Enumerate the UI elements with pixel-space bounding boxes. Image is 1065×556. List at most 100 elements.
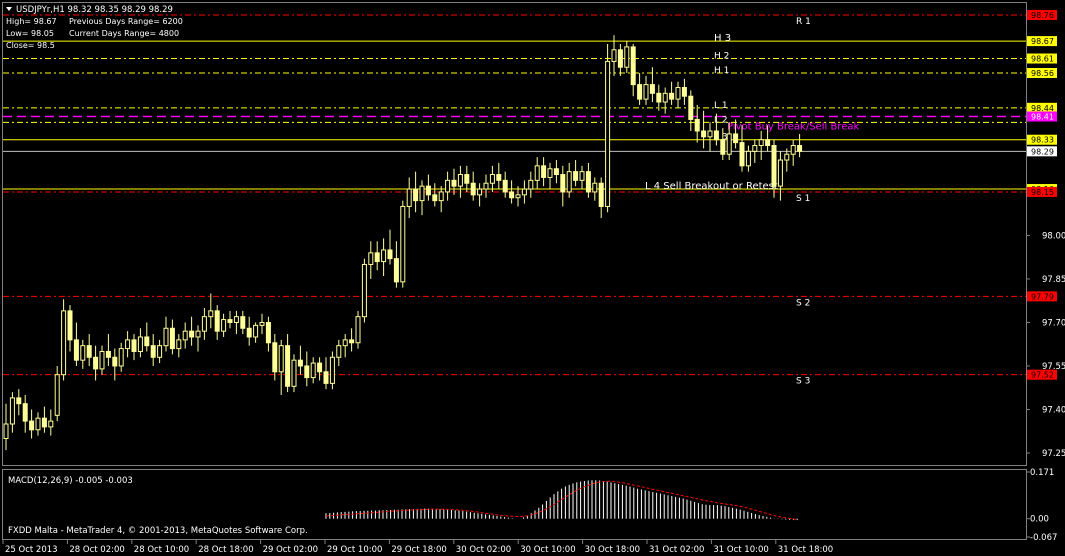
chart-canvas[interactable]: 98.76 R 1 98.67 H 3 98.61 H 2 98.56 H 1 98.44 L 1… xyxy=(0,0,1065,556)
candle-body xyxy=(195,330,201,338)
level-name: S 3 xyxy=(796,377,810,387)
candle-body xyxy=(528,179,534,190)
candle-body xyxy=(643,84,649,100)
level-name: S 2 xyxy=(796,298,810,308)
level-name: Pivot Buy Break/Sell Break xyxy=(727,122,859,133)
time-tick-label: 31 Oct 18:00 xyxy=(778,545,833,555)
candle-body xyxy=(406,188,412,207)
candle-body xyxy=(797,145,803,152)
candle-body xyxy=(118,348,124,367)
candle-body xyxy=(566,171,572,193)
candle-body xyxy=(349,339,355,344)
candle-body xyxy=(726,133,732,155)
price-label: 97.79 xyxy=(1031,292,1054,301)
candle-body xyxy=(323,371,329,384)
candle-body xyxy=(483,182,489,190)
level-name: L 1 xyxy=(714,101,728,111)
candle-body xyxy=(598,182,604,207)
candle-body xyxy=(451,179,457,187)
candle-body xyxy=(777,159,783,187)
candle-body xyxy=(521,188,527,196)
candle-body xyxy=(720,139,726,155)
candle-body xyxy=(694,118,700,132)
candle-body xyxy=(496,174,502,181)
macd-title: MACD(12,26,9) -0.005 -0.003 xyxy=(8,476,133,486)
info-close: Close= 98.5 xyxy=(6,41,55,50)
candle-body xyxy=(419,185,425,202)
candle-body xyxy=(617,49,623,68)
candle-body xyxy=(515,194,521,199)
candle-body xyxy=(637,84,643,100)
candle-body xyxy=(400,205,406,283)
macd-tick-label: 0.00 xyxy=(1030,515,1049,525)
candle-body xyxy=(131,339,137,352)
candle-body xyxy=(470,182,476,196)
candle-body xyxy=(105,350,111,358)
candle-body xyxy=(413,188,419,202)
candle-body xyxy=(739,142,745,167)
level-name: L 4 Sell Breakout or Retest xyxy=(645,181,778,192)
macd-tick-label: -0.067 xyxy=(1030,533,1057,543)
candle-body xyxy=(790,145,796,155)
time-tick-label: 29 Oct 10:00 xyxy=(327,545,382,555)
candle-body xyxy=(477,188,483,196)
candle-body xyxy=(688,95,694,120)
candle-body xyxy=(355,316,361,344)
price-tick-label: 97.55 xyxy=(1042,362,1065,372)
price-label: 98.76 xyxy=(1031,11,1054,20)
candle-body xyxy=(3,423,9,439)
candle-body xyxy=(701,130,707,138)
chart-background xyxy=(0,0,1065,556)
time-tick-label: 28 Oct 02:00 xyxy=(69,545,124,555)
candle-body xyxy=(489,174,495,184)
candle-body xyxy=(656,92,662,103)
candle-body xyxy=(93,356,99,370)
candle-body xyxy=(438,191,444,202)
candle-body xyxy=(393,258,399,283)
candle-body xyxy=(240,316,246,329)
info-low: Low= 98.05 xyxy=(6,29,54,38)
candle-body xyxy=(624,46,630,68)
price-tick-label: 97.85 xyxy=(1042,275,1065,285)
candle-body xyxy=(649,84,655,94)
candle-body xyxy=(585,171,591,193)
level-name: R 1 xyxy=(796,17,811,27)
price-label: 98.41 xyxy=(1031,113,1054,122)
info-previous-range: Previous Days Range= 6200 xyxy=(69,17,183,26)
candle-body xyxy=(265,321,271,344)
candle-body xyxy=(630,46,636,86)
candle-body xyxy=(259,321,265,326)
candle-body xyxy=(675,87,681,100)
candle-body xyxy=(553,168,559,176)
candle-body xyxy=(214,310,220,332)
candle-body xyxy=(112,356,118,367)
candle-body xyxy=(182,330,188,341)
candle-body xyxy=(176,339,182,350)
candle-body xyxy=(125,339,131,350)
candle-body xyxy=(445,179,451,193)
candle-body xyxy=(605,60,611,207)
price-tick-label: 97.70 xyxy=(1042,318,1065,328)
candle-body xyxy=(80,345,86,361)
candle-body xyxy=(771,145,777,187)
price-label: 98.15 xyxy=(1031,188,1054,197)
time-tick-label: 30 Oct 02:00 xyxy=(456,545,511,555)
candle-body xyxy=(432,194,438,202)
candle-body xyxy=(745,150,751,167)
candle-body xyxy=(246,327,252,338)
price-tick-label: 97.40 xyxy=(1042,405,1065,415)
time-tick-label: 25 Oct 2013 xyxy=(5,545,58,555)
price-tick-label: 97.25 xyxy=(1042,449,1065,459)
price-label: 97.52 xyxy=(1031,371,1054,380)
candle-body xyxy=(752,145,758,152)
candle-body xyxy=(336,345,342,358)
candle-body xyxy=(361,263,367,318)
candle-body xyxy=(713,130,719,141)
symbol-title: USDJPYr,H1 98.32 98.35 98.29 98.29 xyxy=(16,5,173,15)
price-label: 98.29 xyxy=(1031,147,1054,156)
candle-body xyxy=(291,359,297,387)
price-label: 98.56 xyxy=(1031,69,1054,78)
candle-body xyxy=(457,174,463,187)
candle-body xyxy=(285,345,291,387)
candle-body xyxy=(592,182,598,193)
